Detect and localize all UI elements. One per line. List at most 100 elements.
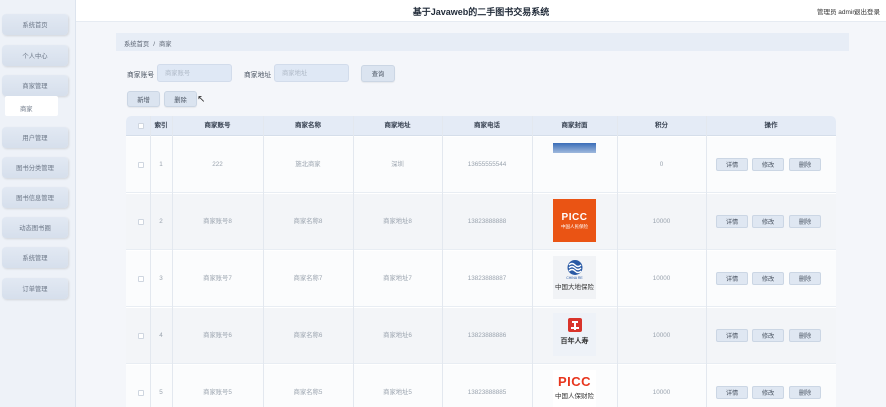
cell-address: 商家地址6	[383, 332, 412, 339]
cell-phone: 13823888887	[467, 275, 507, 282]
header-cover: 商家封面	[561, 122, 588, 129]
column-divider	[150, 116, 151, 407]
picc-property-logo-image: PICC 中国人保财险	[553, 370, 596, 407]
row-delete-button[interactable]: 删除	[789, 272, 821, 285]
row-delete-button[interactable]: 删除	[789, 329, 821, 342]
table-row: 4 商家账号6 商家名称6 商家地址6 13823888886 百年人寿 100…	[126, 308, 836, 364]
logout-link[interactable]: 退出登录	[854, 6, 880, 16]
sidebar-item-book-info[interactable]: 图书信息管理	[2, 187, 68, 208]
address-search-input[interactable]	[274, 64, 349, 82]
breadcrumb-current: 商家	[158, 41, 172, 48]
table-row: 5 商家账号5 商家名称5 商家地址5 13823888885 PICC 中国人…	[126, 365, 836, 407]
cell-phone: 13823888886	[467, 332, 507, 339]
header: 基于Javaweb的二手图书交易系统 管理员 admin 退出登录	[76, 0, 886, 22]
row-checkbox[interactable]	[138, 390, 144, 396]
edit-button[interactable]: 修改	[752, 215, 784, 228]
row-delete-button[interactable]: 删除	[789, 386, 821, 399]
column-divider	[172, 116, 173, 407]
cell-address: 商家地址8	[383, 218, 412, 225]
row-delete-button[interactable]: 删除	[789, 158, 821, 171]
header-index: 索引	[154, 122, 168, 129]
sidebar-item-user-mgmt[interactable]: 用户管理	[2, 127, 68, 148]
detail-button[interactable]: 详情	[716, 272, 748, 285]
sidebar-item-book-category[interactable]: 图书分类管理	[2, 157, 68, 178]
cell-address: 商家地址7	[383, 275, 412, 282]
detail-button[interactable]: 详情	[716, 386, 748, 399]
cell-phone: 13823888888	[467, 218, 507, 225]
china-insurance-logo-image: CHINA RE 中国大地保险	[553, 256, 596, 299]
edit-button[interactable]: 修改	[752, 329, 784, 342]
sidebar-subitem-merchant[interactable]: 商家	[5, 96, 58, 116]
cell-account: 商家账号8	[203, 218, 232, 225]
cell-phone: 13823888885	[467, 389, 507, 396]
cell-name: 商家名称8	[293, 218, 323, 225]
wave-globe-icon	[567, 260, 582, 275]
breadcrumb-home[interactable]: 系统首页	[124, 41, 149, 48]
picc-logo-text: PICC	[561, 211, 588, 223]
cell-account: 商家账号5	[203, 389, 232, 396]
column-divider	[442, 116, 443, 407]
add-button[interactable]: 新增	[127, 91, 160, 107]
account-search-input[interactable]	[157, 64, 232, 82]
cell-points: 10000	[652, 332, 671, 339]
table-header: 索引 商家账号 商家名称 商家地址 商家电话 商家封面 积分 操作	[126, 116, 836, 136]
bainian-logo-text: 百年人寿	[560, 338, 589, 345]
row-checkbox[interactable]	[138, 276, 144, 282]
row-checkbox[interactable]	[138, 162, 144, 168]
sidebar: 系统首页 个人中心 商家管理 商家 用户管理 图书分类管理 图书信息管理 动态图…	[0, 0, 76, 407]
cell-points: 10000	[652, 389, 671, 396]
cell-index: 3	[159, 275, 163, 282]
sidebar-item-home[interactable]: 系统首页	[2, 14, 68, 35]
row-delete-button[interactable]: 删除	[789, 215, 821, 228]
sidebar-item-profile[interactable]: 个人中心	[2, 45, 68, 66]
detail-button[interactable]: 详情	[716, 329, 748, 342]
bainian-logo-image: 百年人寿	[553, 313, 596, 356]
table-row: 3 商家账号7 商家名称7 商家地址7 13823888887 CHINA RE…	[126, 251, 836, 307]
cell-account: 222	[212, 161, 223, 168]
header-address: 商家地址	[384, 122, 411, 129]
picc2-logo-text: PICC	[557, 374, 592, 389]
cell-address: 商家地址5	[383, 389, 412, 396]
edit-button[interactable]: 修改	[752, 158, 784, 171]
breadcrumb: 系统首页 / 商家	[116, 33, 849, 51]
sidebar-item-system[interactable]: 系统管理	[2, 247, 68, 268]
header-phone: 商家电话	[474, 122, 500, 129]
china-logo-cn-text: 中国大地保险	[555, 284, 594, 291]
sidebar-item-book-circle[interactable]: 动态图书圈	[2, 217, 68, 238]
header-account: 商家账号	[204, 122, 231, 129]
detail-button[interactable]: 详情	[716, 215, 748, 228]
china-logo-en-text: CHINA RE	[566, 276, 583, 280]
cell-address: 深圳	[391, 161, 404, 168]
delete-button[interactable]: 删除	[164, 91, 197, 107]
address-label: 商家地址	[244, 72, 272, 79]
cell-phone: 13655555544	[467, 161, 507, 168]
query-button[interactable]: 查询	[361, 65, 395, 82]
cell-name: 商家名称7	[293, 275, 323, 282]
picc2-logo-subtext: 中国人保财险	[555, 393, 594, 400]
select-all-checkbox[interactable]	[138, 123, 144, 129]
account-label: 商家账号	[127, 72, 155, 79]
cell-name: 商家名称5	[293, 389, 323, 396]
table-row: 1 222 施北商家 深圳 13655555544 0 详情 修改 删除	[126, 137, 836, 193]
edit-button[interactable]: 修改	[752, 386, 784, 399]
bainian-emblem-icon	[567, 318, 582, 332]
current-user: 管理员 admin	[816, 9, 856, 16]
cell-account: 商家账号6	[203, 332, 232, 339]
sidebar-item-orders[interactable]: 订单管理	[2, 278, 68, 299]
cell-index: 1	[159, 161, 163, 168]
column-divider	[353, 116, 354, 407]
app-title: 基于Javaweb的二手图书交易系统	[412, 7, 550, 17]
cell-index: 2	[159, 218, 163, 225]
picc-logo-subtext: 中国人民保险	[561, 223, 588, 229]
cell-points: 10000	[652, 275, 671, 282]
cell-account: 商家账号7	[203, 275, 232, 282]
row-checkbox[interactable]	[138, 219, 144, 225]
breadcrumb-separator: /	[153, 41, 155, 48]
row-checkbox[interactable]	[138, 333, 144, 339]
column-divider	[263, 116, 264, 407]
merchant-cover-image	[553, 143, 596, 153]
detail-button[interactable]: 详情	[716, 158, 748, 171]
sidebar-item-merchant-mgmt[interactable]: 商家管理	[2, 75, 68, 96]
edit-button[interactable]: 修改	[752, 272, 784, 285]
cell-name: 施北商家	[295, 161, 321, 168]
